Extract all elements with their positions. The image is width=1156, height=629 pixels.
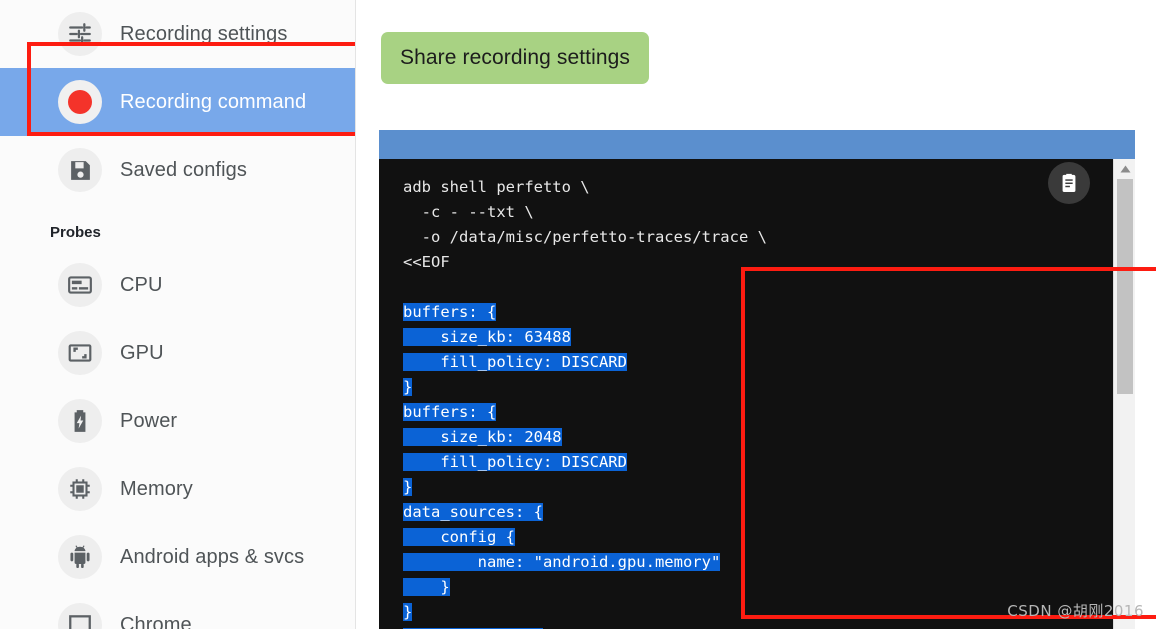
selected-code-line: config { (403, 528, 515, 546)
scrollbar-thumb[interactable] (1117, 179, 1133, 394)
code-panel-topbar (379, 130, 1135, 159)
app-root: Recording settings Recording command Sav… (0, 0, 1156, 629)
selected-code-line: data_sources: { (403, 503, 543, 521)
android-icon (58, 535, 102, 579)
selected-code-line: } (403, 478, 413, 496)
sidebar-item-cpu[interactable]: CPU (0, 251, 355, 319)
clipboard-copy-icon (1062, 173, 1076, 192)
gpu-icon (58, 331, 102, 375)
code-vertical-scrollbar[interactable] (1113, 159, 1135, 629)
sidebar-item-label: CPU (120, 273, 163, 296)
selected-code-line: fill_policy: DISCARD (403, 353, 627, 371)
sidebar: Recording settings Recording command Sav… (0, 0, 356, 629)
share-recording-settings-button[interactable]: Share recording settings (381, 32, 650, 84)
selected-code-line: buffers: { (403, 403, 497, 421)
sidebar-item-label: Chrome (120, 613, 192, 629)
browser-window-icon (58, 603, 102, 629)
watermark: CSDN @胡刚2016 (1007, 602, 1144, 620)
selected-code-line: fill_policy: DISCARD (403, 453, 627, 471)
sidebar-item-label: Memory (120, 477, 193, 500)
sidebar-item-memory[interactable]: Memory (0, 455, 355, 523)
sidebar-section-probes: Probes (50, 224, 101, 241)
triangle-up-icon (1120, 165, 1130, 173)
main-content: Share recording settings adb shell perfe… (356, 0, 1156, 629)
sidebar-item-recording-settings[interactable]: Recording settings (0, 0, 355, 68)
sidebar-item-label: Power (120, 409, 178, 432)
sidebar-item-label: Recording settings (120, 22, 288, 45)
scroll-up-button[interactable] (1114, 159, 1135, 179)
record-dot-icon (58, 80, 102, 124)
selected-code-line: } (403, 378, 413, 396)
floppy-disk-icon (58, 148, 102, 192)
sliders-icon (58, 12, 102, 56)
sidebar-item-android-apps-svcs[interactable]: Android apps & svcs (0, 523, 355, 591)
sidebar-item-label: GPU (120, 341, 164, 364)
sidebar-item-label: Recording command (120, 90, 307, 113)
selected-code-line: size_kb: 63488 (403, 328, 571, 346)
recording-command-panel: adb shell perfetto \ -c - --txt \ -o /da… (379, 130, 1135, 629)
memory-chip-icon (58, 467, 102, 511)
sidebar-item-power[interactable]: Power (0, 387, 355, 455)
sidebar-item-gpu[interactable]: GPU (0, 319, 355, 387)
battery-icon (58, 399, 102, 443)
selected-code-line: name: "android.gpu.memory" (403, 553, 721, 571)
selected-code-line: } (403, 603, 413, 621)
sidebar-item-chrome[interactable]: Chrome (0, 591, 355, 629)
sidebar-item-recording-command[interactable]: Recording command (0, 68, 355, 136)
copy-to-clipboard-button[interactable] (1048, 162, 1090, 204)
sidebar-item-saved-configs[interactable]: Saved configs (0, 136, 355, 204)
selected-code-line: size_kb: 2048 (403, 428, 562, 446)
selected-code-line: } (403, 578, 450, 596)
sidebar-item-label: Saved configs (120, 158, 247, 181)
selected-code-line: buffers: { (403, 303, 497, 321)
cpu-icon (58, 263, 102, 307)
recording-command-code[interactable]: adb shell perfetto \ -c - --txt \ -o /da… (379, 159, 1113, 629)
sidebar-item-label: Android apps & svcs (120, 545, 305, 568)
code-scroll-area[interactable]: adb shell perfetto \ -c - --txt \ -o /da… (379, 159, 1113, 629)
